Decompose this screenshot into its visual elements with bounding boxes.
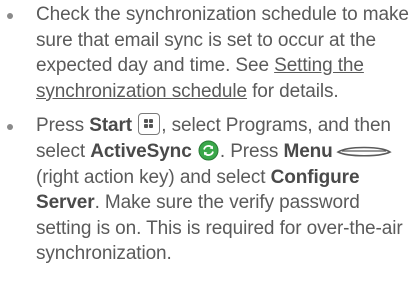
activesync-label: ActiveSync (90, 140, 192, 162)
start-label: Start (89, 115, 133, 137)
item-text: . Press (219, 140, 284, 162)
list-item-configure-server: Press Start , select Programs, and then … (0, 113, 412, 267)
instruction-list: Check the synchronization schedule to ma… (0, 2, 412, 276)
item-text: (right action key) and select (36, 166, 271, 188)
item-text: for details. (246, 80, 339, 102)
item-text: Press (36, 115, 90, 137)
windows-start-key-icon (138, 113, 161, 136)
activesync-icon (198, 140, 219, 161)
bullet-icon (7, 124, 13, 131)
list-item-sync-schedule: Check the synchronization schedule to ma… (0, 2, 412, 104)
menu-label: Menu (283, 140, 333, 162)
right-action-key-icon (336, 146, 392, 157)
bullet-icon (7, 13, 13, 19)
